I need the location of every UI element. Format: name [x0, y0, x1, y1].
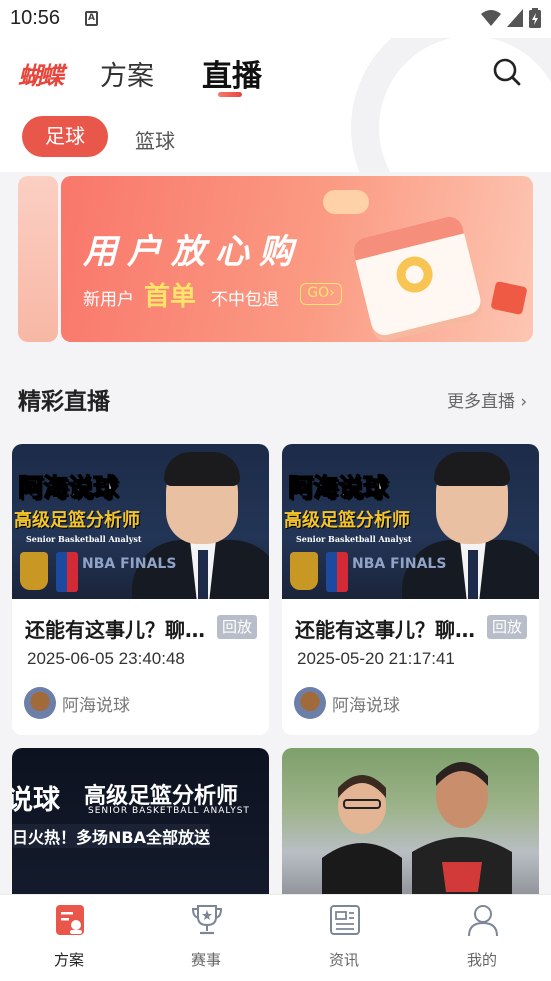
- status-bar: 10:56 A: [0, 0, 551, 38]
- section-title: 精彩直播: [18, 389, 110, 415]
- person-photo: [412, 762, 512, 898]
- status-time: 10:56: [10, 7, 61, 29]
- nba-logo-icon: [56, 552, 78, 592]
- nav-plan-label: 方案: [53, 951, 84, 969]
- live-card-author: 阿海说球: [62, 696, 130, 716]
- thumb-title: 阿海说球: [287, 473, 389, 503]
- nba-logo-icon: [326, 552, 348, 592]
- thumb-finals: NBA FINALS: [82, 556, 177, 572]
- analyst-photo: [402, 452, 539, 599]
- system-icons: [481, 8, 541, 28]
- live-card-author: 阿海说球: [332, 696, 400, 716]
- signal-icon: [507, 9, 523, 27]
- app-logo: 蝴蝶: [18, 61, 64, 90]
- replay-badge: 回放: [487, 615, 527, 639]
- banner-title: 用户放心购: [83, 232, 303, 272]
- tab-plan[interactable]: 方案: [100, 54, 154, 93]
- live-card-title: 还能有这事儿？聊…: [25, 618, 205, 642]
- live-card-partial[interactable]: 说球 高级足篮分析师 SENIOR BASKETBALL ANALYST 日火热…: [12, 748, 269, 898]
- thumb-subtitle: 高级足篮分析师: [284, 510, 410, 531]
- live-card-date: 2025-05-20 21:17:41: [297, 649, 455, 668]
- calendar-illustration: [350, 213, 484, 339]
- avatar: [24, 687, 56, 719]
- live-card-thumbnail: 阿海说球 高级足篮分析师 Senior Basketball Analyst N…: [282, 444, 539, 599]
- thumb-title: 阿海说球: [17, 473, 119, 503]
- nav-events[interactable]: 赛事: [146, 895, 266, 981]
- thumb-caption: Senior Basketball Analyst: [26, 534, 142, 544]
- person-photo: [322, 775, 402, 898]
- nav-me[interactable]: 我的: [422, 895, 542, 981]
- trophy-icon: [290, 552, 318, 590]
- filter-basketball[interactable]: 篮球: [135, 125, 175, 154]
- nav-plan[interactable]: 方案: [9, 895, 129, 981]
- promo-banner[interactable]: 用户放心购 新用户 首单 不中包退 GO›: [61, 176, 533, 342]
- banner-sub-suffix: 不中包退: [211, 290, 279, 310]
- plan-icon: [56, 905, 84, 935]
- bottom-nav: 方案 赛事 资讯 我的: [0, 894, 551, 981]
- user-icon: [468, 905, 498, 937]
- more-live-link[interactable]: 更多直播 ›: [447, 387, 527, 412]
- avatar: [294, 687, 326, 719]
- battery-icon: [529, 8, 541, 28]
- nav-news[interactable]: 资讯: [284, 895, 404, 981]
- tab-live[interactable]: 直播: [202, 51, 262, 95]
- thumb-caption: Senior Basketball Analyst: [296, 534, 412, 544]
- banner-prev-peek[interactable]: [18, 176, 58, 342]
- notification-icon: A: [85, 11, 98, 26]
- gift-illustration: [490, 280, 528, 316]
- calendar-top: [350, 213, 465, 261]
- nav-events-label: 赛事: [190, 951, 221, 969]
- banner-sub-prefix: 新用户: [83, 290, 134, 310]
- trophy-icon: [191, 905, 223, 935]
- live-card-thumbnail: 阿海说球 高级足篮分析师 Senior Basketball Analyst N…: [12, 444, 269, 599]
- filter-football[interactable]: 足球: [22, 116, 108, 157]
- thumb-caption: SENIOR BASKETBALL ANALYST: [88, 806, 250, 816]
- active-tab-indicator: [218, 92, 242, 97]
- thumb-subtitle: 高级足篮分析师: [14, 510, 140, 531]
- live-card[interactable]: 阿海说球 高级足篮分析师 Senior Basketball Analyst N…: [12, 444, 269, 735]
- thumb-title: 说球: [12, 785, 60, 816]
- live-card-date: 2025-06-05 23:40:48: [27, 649, 185, 668]
- nav-news-label: 资讯: [328, 951, 359, 969]
- trophy-icon: [20, 552, 48, 590]
- header: 蝴蝶 方案 直播 足球 篮球: [0, 38, 551, 172]
- live-card-partial[interactable]: [282, 748, 539, 898]
- search-icon[interactable]: [492, 57, 522, 87]
- banner-sub-highlight: 首单: [144, 282, 197, 312]
- banner-go-button[interactable]: GO›: [300, 283, 342, 305]
- wifi-icon: [481, 10, 501, 26]
- coin-illustration: [392, 252, 437, 297]
- replay-badge: 回放: [217, 615, 257, 639]
- nav-me-label: 我的: [466, 951, 497, 969]
- live-card[interactable]: 阿海说球 高级足篮分析师 Senior Basketball Analyst N…: [282, 444, 539, 735]
- news-icon: [330, 905, 360, 935]
- thumb-promo: 日火热！多场NBA全部放送: [12, 824, 210, 848]
- live-card-title: 还能有这事儿？聊…: [295, 618, 475, 642]
- thumb-finals: NBA FINALS: [352, 556, 447, 572]
- cloud-decoration: [323, 190, 369, 214]
- analyst-photo: [132, 452, 269, 599]
